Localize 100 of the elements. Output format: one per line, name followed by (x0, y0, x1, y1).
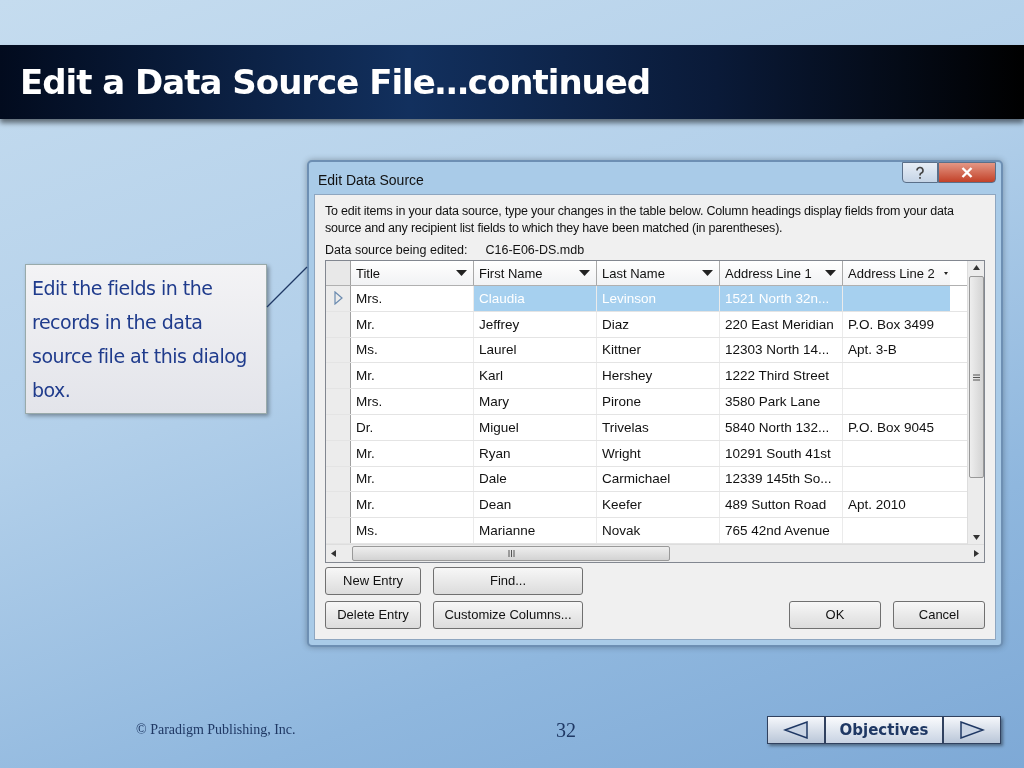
table-cell: Miguel (479, 419, 519, 435)
callout-text: Edit the fields in the records in the data source file at this dialog box. (25, 264, 267, 414)
column-header[interactable]: Address Line 1 (720, 261, 843, 285)
close-button[interactable] (938, 162, 996, 183)
dropdown-arrow-icon[interactable] (702, 270, 713, 276)
column-label: Last Name (602, 265, 665, 281)
dialog-button[interactable]: Cancel (893, 600, 985, 629)
table-row[interactable]: Mr. Dale Carmichael 12339 145th So... (326, 466, 967, 493)
dropdown-arrow-icon[interactable] (456, 270, 467, 276)
table-cell: Wright (602, 445, 641, 461)
table-cell: 3580 Park Lane (725, 394, 821, 410)
column-label: Address Line 2 (848, 265, 935, 281)
table-cell: Mr. (356, 368, 375, 384)
scroll-left-icon[interactable] (331, 549, 336, 557)
table-cell: Dale (479, 471, 507, 487)
table-cell: 1521 North 32n... (725, 290, 830, 306)
table-row[interactable]: Ms. Marianne Novak 765 42nd Avenue (326, 518, 967, 544)
objectives-button[interactable]: Objectives (825, 716, 943, 744)
table-cell: 12303 North 14... (725, 342, 830, 358)
table-row[interactable]: Mrs. Mary Pirone 3580 Park Lane (326, 389, 967, 415)
help-button[interactable] (902, 162, 938, 183)
dialog-button[interactable]: OK (789, 600, 881, 629)
page-number: 32 (556, 718, 576, 742)
table-cell: Dean (479, 497, 512, 513)
dialog-button[interactable]: Customize Columns... (433, 600, 583, 629)
dropdown-arrow-icon[interactable] (579, 270, 590, 276)
row-header[interactable] (326, 363, 351, 389)
slide-title: Edit a Data Source File…continued (20, 62, 651, 102)
table-cell: Levinson (602, 290, 657, 306)
column-label: First Name (479, 265, 543, 281)
table-cell: Kittner (602, 342, 642, 358)
column-label: Address Line 1 (725, 265, 812, 281)
table-cell: Apt. 2010 (848, 497, 906, 513)
table-cell: 765 42nd Avenue (725, 523, 830, 539)
table-cell: Karl (479, 368, 503, 384)
dropdown-arrow-icon[interactable] (944, 270, 948, 276)
row-header[interactable] (326, 389, 351, 414)
row-header[interactable] (326, 492, 351, 518)
scroll-thumb[interactable] (968, 276, 984, 478)
dialog-title: Edit Data Source (317, 171, 424, 188)
next-button[interactable] (943, 716, 1001, 744)
scroll-thumb[interactable] (352, 545, 670, 561)
leader-line (266, 266, 308, 308)
table-cell: Pirone (602, 394, 642, 410)
dialog-button[interactable]: New Entry (325, 566, 421, 595)
table-row[interactable]: Ms. Laurel Kittner 12303 North 14... Apt. 3-B (326, 337, 967, 364)
left-triangle-icon (783, 721, 809, 739)
grip-icon (507, 549, 515, 557)
table-cell: 10291 South 41st (725, 445, 831, 461)
table-cell: Claudia (479, 290, 525, 306)
scroll-down-icon[interactable] (972, 534, 980, 540)
column-header[interactable]: First Name (474, 261, 597, 285)
table-cell: Trivelas (602, 419, 649, 435)
table-cell: Mrs. (356, 394, 383, 410)
instructions-text: To edit items in your data source, type your changes in the table below. Column headings display fields from your data source and any recipient list fields to which they have been matched (in parentheses). (325, 203, 955, 237)
table-cell: Mr. (356, 316, 375, 332)
table-row[interactable]: Mr. Jeffrey Diaz 220 East Meridian P.O. Box 3499 (326, 311, 967, 338)
table-cell: Ms. (356, 342, 378, 358)
grip-icon (972, 373, 980, 381)
row-header[interactable] (326, 286, 351, 311)
scroll-right-icon[interactable] (974, 549, 979, 557)
table-cell: 12339 145th So... (725, 471, 832, 487)
table-cell: Laurel (479, 342, 517, 358)
table-cell: Dr. (356, 419, 374, 435)
table-cell: Hershey (602, 368, 653, 384)
row-header[interactable] (326, 518, 351, 543)
table-cell: Mary (479, 394, 509, 410)
right-triangle-icon (959, 721, 985, 739)
table-row[interactable]: Mr. Ryan Wright 10291 South 41st (326, 440, 967, 467)
table-cell: 5840 North 132... (725, 419, 830, 435)
table-row[interactable]: Mr. Karl Hershey 1222 Third Street (326, 363, 967, 390)
row-header[interactable] (326, 337, 351, 363)
table-row[interactable]: Mr. Dean Keefer 489 Sutton Road Apt. 2010 (326, 492, 967, 519)
scroll-up-icon[interactable] (972, 265, 980, 270)
row-header[interactable] (326, 311, 351, 337)
table-cell: Mr. (356, 445, 375, 461)
dropdown-arrow-icon[interactable] (825, 270, 836, 276)
table-cell: Keefer (602, 497, 642, 513)
vertical-scrollbar[interactable] (967, 261, 984, 544)
table-cell: Mr. (356, 471, 375, 487)
column-header[interactable]: Last Name (597, 261, 720, 285)
column-header[interactable]: Title (351, 261, 474, 285)
table-cell: Jeffrey (479, 316, 520, 332)
table-cell: Mrs. (356, 290, 383, 306)
dialog-button[interactable]: Find... (433, 566, 583, 595)
table-cell: 1222 Third Street (725, 368, 830, 384)
row-header[interactable] (326, 466, 351, 492)
table-cell: Marianne (479, 523, 536, 539)
table-cell: Apt. 3-B (848, 342, 897, 358)
current-row-icon (333, 291, 343, 306)
table-row[interactable]: Mrs. Claudia Levinson 1521 North 32n... (326, 286, 967, 312)
row-header[interactable] (326, 415, 351, 440)
table-cell: Diaz (602, 316, 629, 332)
table-cell: Mr. (356, 497, 375, 513)
row-header[interactable] (326, 440, 351, 466)
previous-button[interactable] (767, 716, 825, 744)
column-label: Title (356, 265, 381, 281)
dialog-button[interactable]: Delete Entry (325, 600, 421, 629)
table-cell: Carmichael (602, 471, 671, 487)
table-row[interactable]: Dr. Miguel Trivelas 5840 North 132... P.O. Box 9045 (326, 415, 967, 441)
